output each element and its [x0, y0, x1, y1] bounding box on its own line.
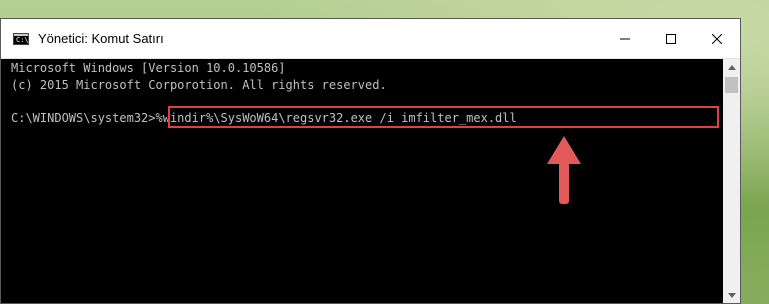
command-highlight-box: [168, 106, 719, 128]
console-line-version: Microsoft Windows [Version 10.0.10586]: [11, 61, 286, 75]
scroll-up-icon: [727, 65, 736, 70]
command-prompt-window: C:\ Yönetici: Komut Satırı Microsoft Win…: [0, 18, 741, 304]
arrow-up-icon: [547, 136, 581, 204]
cmd-icon-text: C:\: [16, 35, 29, 44]
scroll-up-button[interactable]: [723, 59, 740, 76]
window-controls: [602, 19, 740, 59]
minimize-button[interactable]: [602, 19, 648, 59]
console-prompt: C:\WINDOWS\system32>: [11, 111, 156, 125]
minimize-icon: [620, 38, 630, 40]
scroll-thumb[interactable]: [725, 77, 738, 93]
maximize-button[interactable]: [648, 19, 694, 59]
close-button[interactable]: [694, 19, 740, 59]
maximize-icon: [666, 34, 676, 44]
close-icon: [712, 34, 722, 44]
vertical-scrollbar[interactable]: [723, 59, 740, 303]
console-line-copyright: (c) 2015 Microsoft Corporotion. All righ…: [11, 78, 387, 92]
cmd-app-icon[interactable]: C:\: [13, 32, 29, 45]
window-title: Yönetici: Komut Satırı: [38, 31, 164, 46]
scroll-down-button[interactable]: [723, 287, 740, 303]
console-area[interactable]: Microsoft Windows [Version 10.0.10586] (…: [1, 59, 740, 303]
scroll-down-icon: [727, 293, 736, 298]
title-bar[interactable]: C:\ Yönetici: Komut Satırı: [1, 19, 740, 59]
